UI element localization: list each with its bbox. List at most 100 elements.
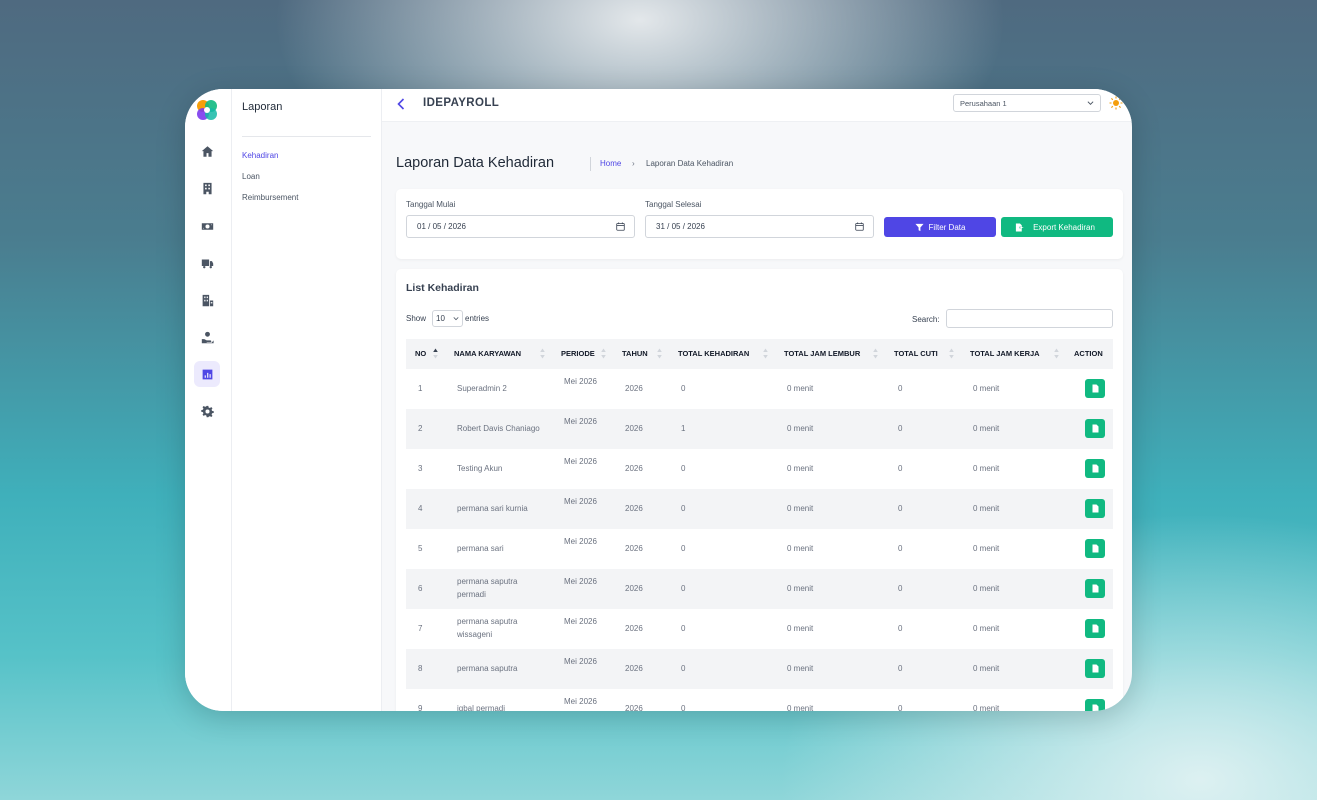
export-button-label: Export Kehadiran bbox=[1033, 222, 1095, 232]
start-date-input[interactable]: 01 / 05 / 2026 bbox=[406, 215, 635, 238]
company-select-value: Perusahaan 1 bbox=[960, 99, 1007, 108]
cell-no: 8 bbox=[418, 664, 423, 673]
home-icon[interactable] bbox=[194, 138, 220, 164]
cell-periode: Mei 2026 bbox=[564, 377, 597, 386]
cell-nama: Robert Davis Chaniago bbox=[457, 424, 540, 433]
show-label: Show bbox=[406, 314, 427, 323]
sort-icon[interactable] bbox=[601, 348, 606, 359]
table-row: 4 permana sari kurnia Mei 2026 2026 0 0 … bbox=[406, 489, 1113, 529]
cell-tahun: 2026 bbox=[625, 424, 643, 433]
cell-total-kehadiran: 0 bbox=[681, 544, 686, 553]
end-date-value: 31 / 05 / 2026 bbox=[656, 222, 705, 231]
hand-coin-icon[interactable] bbox=[194, 324, 220, 350]
cell-tahun: 2026 bbox=[625, 704, 643, 711]
sort-icon[interactable] bbox=[1054, 348, 1059, 359]
filter-data-button[interactable]: Filter Data bbox=[884, 217, 996, 237]
office-icon[interactable] bbox=[194, 287, 220, 313]
sun-icon[interactable] bbox=[1109, 96, 1123, 110]
cell-nama: permana sari kurnia bbox=[457, 504, 528, 513]
app-logo-icon[interactable] bbox=[194, 97, 220, 123]
column-header-total-jam-lembur[interactable]: TOTAL JAM LEMBUR bbox=[784, 349, 860, 358]
row-action-button[interactable] bbox=[1085, 539, 1105, 558]
filter-button-label: Filter Data bbox=[928, 222, 966, 232]
column-header-total-cuti[interactable]: TOTAL CUTI bbox=[894, 349, 938, 358]
cell-total-jam-kerja: 0 menit bbox=[973, 424, 1000, 433]
column-header-periode[interactable]: PERIODE bbox=[561, 349, 595, 358]
sort-icon[interactable] bbox=[657, 348, 662, 359]
cell-periode: Mei 2026 bbox=[564, 457, 597, 466]
cell-total-jam-kerja: 0 menit bbox=[973, 704, 1000, 711]
cell-periode: Mei 2026 bbox=[564, 577, 597, 586]
column-header-no[interactable]: NO bbox=[415, 349, 426, 358]
cell-nama: permana sari bbox=[457, 544, 504, 553]
row-action-button[interactable] bbox=[1085, 699, 1105, 711]
submenu-title: Laporan bbox=[242, 101, 283, 113]
cell-nama: permana saputra bbox=[457, 664, 518, 673]
row-action-button[interactable] bbox=[1085, 579, 1105, 598]
gear-icon[interactable] bbox=[194, 398, 220, 424]
app-window: Laporan Kehadiran Loan Reimbursement IDE… bbox=[185, 89, 1132, 711]
breadcrumb-divider bbox=[590, 157, 591, 171]
list-title: List Kehadiran bbox=[406, 282, 479, 294]
cell-no: 4 bbox=[418, 504, 423, 513]
building-icon[interactable] bbox=[194, 175, 220, 201]
search-label: Search: bbox=[912, 315, 940, 324]
row-action-button[interactable] bbox=[1085, 619, 1105, 638]
cell-total-cuti: 0 bbox=[898, 664, 903, 673]
cell-total-cuti: 0 bbox=[898, 424, 903, 433]
cell-periode: Mei 2026 bbox=[564, 657, 597, 666]
row-action-button[interactable] bbox=[1085, 499, 1105, 518]
calendar-icon[interactable] bbox=[616, 222, 625, 231]
column-header-total-kehadiran[interactable]: TOTAL KEHADIRAN bbox=[678, 349, 749, 358]
company-select[interactable]: Perusahaan 1 bbox=[953, 94, 1101, 112]
export-kehadiran-button[interactable]: Export Kehadiran bbox=[1001, 217, 1113, 237]
row-action-button[interactable] bbox=[1085, 379, 1105, 398]
table-row: 5 permana sari Mei 2026 2026 0 0 menit 0… bbox=[406, 529, 1113, 569]
cell-no: 6 bbox=[418, 584, 423, 593]
search-input[interactable] bbox=[946, 309, 1113, 328]
column-header-tahun[interactable]: TAHUN bbox=[622, 349, 648, 358]
entries-select[interactable]: 10 bbox=[432, 310, 463, 327]
money-icon[interactable] bbox=[194, 213, 220, 239]
cell-periode: Mei 2026 bbox=[564, 697, 597, 706]
cell-total-kehadiran: 0 bbox=[681, 584, 686, 593]
cell-tahun: 2026 bbox=[625, 544, 643, 553]
end-date-input[interactable]: 31 / 05 / 2026 bbox=[645, 215, 874, 238]
chart-icon[interactable] bbox=[194, 361, 220, 387]
entries-select-value: 10 bbox=[436, 314, 445, 323]
cell-total-cuti: 0 bbox=[898, 704, 903, 711]
cell-total-cuti: 0 bbox=[898, 584, 903, 593]
cell-total-kehadiran: 0 bbox=[681, 664, 686, 673]
breadcrumb-current: Laporan Data Kehadiran bbox=[646, 159, 734, 168]
cell-nama: Superadmin 2 bbox=[457, 384, 507, 393]
cell-total-kehadiran: 0 bbox=[681, 704, 686, 711]
calendar-icon[interactable] bbox=[855, 222, 864, 231]
sort-asc-icon[interactable] bbox=[433, 348, 438, 359]
document-icon bbox=[1092, 704, 1098, 711]
chevron-left-icon[interactable] bbox=[396, 98, 406, 110]
sort-icon[interactable] bbox=[873, 348, 878, 359]
submenu-item-loan[interactable]: Loan bbox=[242, 172, 260, 181]
cell-tahun: 2026 bbox=[625, 584, 643, 593]
row-action-button[interactable] bbox=[1085, 419, 1105, 438]
cell-total-cuti: 0 bbox=[898, 384, 903, 393]
submenu-item-kehadiran[interactable]: Kehadiran bbox=[242, 151, 278, 160]
cell-total-jam-kerja: 0 menit bbox=[973, 624, 1000, 633]
column-header-nama[interactable]: NAMA KARYAWAN bbox=[454, 349, 521, 358]
start-date-label: Tanggal Mulai bbox=[406, 200, 456, 209]
row-action-button[interactable] bbox=[1085, 459, 1105, 478]
cell-periode: Mei 2026 bbox=[564, 537, 597, 546]
submenu-item-reimbursement[interactable]: Reimbursement bbox=[242, 193, 298, 202]
sort-icon[interactable] bbox=[540, 348, 545, 359]
cell-total-jam-lembur: 0 menit bbox=[787, 624, 814, 633]
cell-periode: Mei 2026 bbox=[564, 497, 597, 506]
truck-icon[interactable] bbox=[194, 250, 220, 276]
icon-rail bbox=[185, 89, 232, 711]
sort-icon[interactable] bbox=[949, 348, 954, 359]
submenu-panel: Laporan Kehadiran Loan Reimbursement bbox=[232, 89, 382, 711]
sort-icon[interactable] bbox=[763, 348, 768, 359]
column-header-total-jam-kerja[interactable]: TOTAL JAM KERJA bbox=[970, 349, 1040, 358]
row-action-button[interactable] bbox=[1085, 659, 1105, 678]
cell-total-cuti: 0 bbox=[898, 624, 903, 633]
breadcrumb-home-link[interactable]: Home bbox=[600, 159, 621, 168]
